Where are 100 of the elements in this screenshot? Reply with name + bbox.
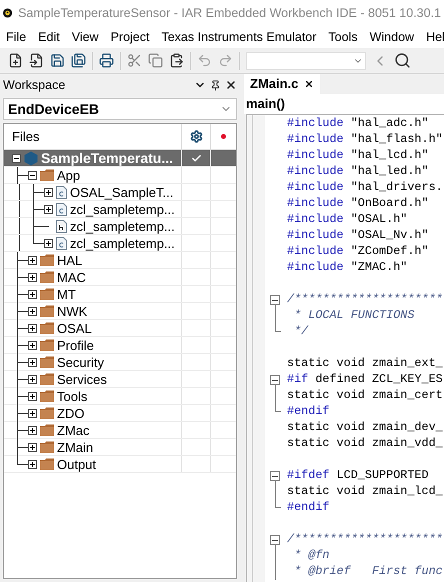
folder-icon — [40, 390, 54, 402]
expand-box-icon[interactable] — [44, 204, 53, 214]
tree-item[interactable]: MT — [57, 288, 76, 300]
expand-box-icon[interactable] — [28, 442, 37, 452]
expand-box-icon[interactable] — [28, 340, 37, 350]
fold-toggle-icon[interactable] — [270, 535, 280, 545]
expand-box-icon[interactable] — [28, 374, 37, 384]
collapse-box-icon[interactable] — [28, 170, 37, 180]
menu-item[interactable]: View — [66, 28, 105, 46]
expand-box-icon[interactable] — [28, 426, 37, 434]
tree-item[interactable]: ZMain — [57, 440, 94, 454]
column-header: Files — [12, 128, 40, 146]
code-line: #include "ZComDef.h" — [287, 246, 429, 258]
expand-box-icon[interactable] — [44, 188, 53, 196]
expand-box-icon[interactable] — [28, 460, 37, 468]
folder-icon — [40, 339, 54, 351]
tree-item[interactable]: Output — [57, 458, 96, 470]
code-line: #include "hal_flash.h" — [287, 134, 443, 146]
expand-box-icon[interactable] — [28, 408, 37, 418]
expand-box-icon[interactable] — [28, 358, 37, 366]
expand-box-icon[interactable] — [28, 324, 37, 332]
menu-item[interactable]: Tools — [322, 28, 364, 46]
panel-title: Workspace — [3, 76, 66, 94]
printer-icon[interactable] — [99, 53, 114, 68]
menu-item[interactable]: Texas Instruments Emulator — [155, 28, 322, 46]
code-line: static void zmain_cert — [287, 390, 443, 402]
close-icon[interactable] — [225, 79, 237, 91]
tree-item[interactable]: Security — [57, 356, 104, 368]
code-line: /********************* — [287, 294, 443, 306]
configuration-dropdown[interactable]: EndDeviceEB — [3, 98, 237, 120]
code-line: static void zmain_dev_ — [287, 422, 443, 434]
code-line: static void zmain_vdd_ — [287, 438, 443, 450]
tree-item[interactable]: zcl_sampletemp... — [70, 220, 175, 232]
tree-item[interactable]: HAL — [57, 254, 82, 266]
expand-box-icon[interactable] — [44, 238, 53, 248]
code-line: #include "hal_adc.h" — [287, 118, 429, 130]
expand-box-icon[interactable] — [28, 256, 37, 264]
tree-item[interactable]: OSAL_SampleT... — [70, 186, 174, 198]
menu-item[interactable]: Window — [364, 28, 420, 46]
menu-item[interactable]: Project — [104, 28, 156, 46]
tree-item[interactable]: Services — [57, 372, 107, 386]
tree-item[interactable]: zcl_sampletemp... — [70, 202, 175, 216]
tree-item[interactable]: OSAL — [57, 322, 92, 334]
tree-item[interactable]: Profile — [57, 338, 94, 352]
code-line: #include "hal_drivers. — [287, 182, 443, 194]
tree-item[interactable]: App — [57, 168, 80, 182]
tree-item[interactable]: MAC — [57, 270, 86, 284]
code-line: #endif — [287, 406, 330, 418]
collapse-box-icon[interactable] — [12, 154, 21, 162]
code-line: #endif — [287, 502, 330, 514]
expand-box-icon[interactable] — [28, 290, 37, 298]
fold-toggle-icon[interactable] — [270, 375, 280, 385]
folder-icon — [40, 288, 54, 300]
search-icon[interactable] — [394, 52, 411, 69]
fold-toggle-icon[interactable] — [270, 471, 280, 481]
expand-box-icon[interactable] — [28, 272, 37, 282]
editor-tab[interactable]: ZMain.c — [244, 74, 320, 94]
folder-icon — [40, 424, 54, 436]
folder-icon — [40, 254, 54, 266]
fold-toggle-icon[interactable] — [270, 295, 280, 305]
code-line: */ — [293, 326, 308, 338]
menu-item[interactable]: Hel — [420, 28, 444, 46]
code-line: * @brief First func — [293, 566, 443, 578]
folder-icon — [40, 441, 54, 453]
menu-item[interactable]: Edit — [32, 28, 66, 46]
new-file-icon[interactable] — [8, 53, 23, 68]
code-line: #ifdef LCD_SUPPORTED — [287, 470, 429, 482]
code-line: #if defined ZCL_KEY_ES — [287, 374, 443, 386]
folder-icon — [40, 407, 54, 419]
code-line: #include "OSAL.h" — [287, 214, 408, 226]
expand-box-icon[interactable] — [28, 306, 37, 316]
close-tab-icon[interactable] — [304, 79, 314, 89]
pin-icon[interactable] — [210, 80, 221, 90]
code-line: /********************* — [287, 534, 443, 546]
cut-icon[interactable] — [127, 53, 142, 68]
folder-icon — [40, 356, 54, 368]
expand-box-icon[interactable] — [28, 392, 37, 400]
function-name: main() — [246, 95, 285, 114]
window-title: SampleTemperatureSensor - IAR Embedded Workbench IDE - 8051 10.30.1 — [18, 4, 441, 22]
folder-icon — [40, 373, 54, 385]
copy-icon[interactable] — [148, 53, 163, 68]
tree-item[interactable]: ZDO — [57, 406, 84, 420]
tree-item[interactable]: NWK — [57, 304, 88, 318]
tree-item[interactable]: Tools — [57, 390, 88, 402]
menu-item[interactable]: File — [0, 28, 32, 46]
save-all-icon[interactable] — [71, 53, 86, 68]
hexagon-project-icon — [24, 150, 38, 166]
code-line: #include "OSAL_Nv.h" — [287, 230, 429, 242]
code-line: #include "hal_lcd.h" — [287, 150, 429, 162]
tree-item[interactable]: ZMac — [57, 424, 90, 436]
code-line: #include "ZMAC.h" — [287, 262, 408, 274]
save-icon[interactable] — [50, 53, 65, 68]
paste-icon[interactable] — [169, 53, 184, 68]
folder-icon — [40, 305, 54, 317]
tree-item[interactable]: zcl_sampletemp... — [70, 236, 175, 250]
folder-icon — [40, 322, 54, 334]
code-line: * LOCAL FUNCTIONS — [293, 310, 414, 322]
code-line: static void zmain_ext_ — [287, 358, 443, 370]
open-file-icon[interactable] — [29, 53, 44, 68]
folder-icon — [40, 169, 54, 181]
